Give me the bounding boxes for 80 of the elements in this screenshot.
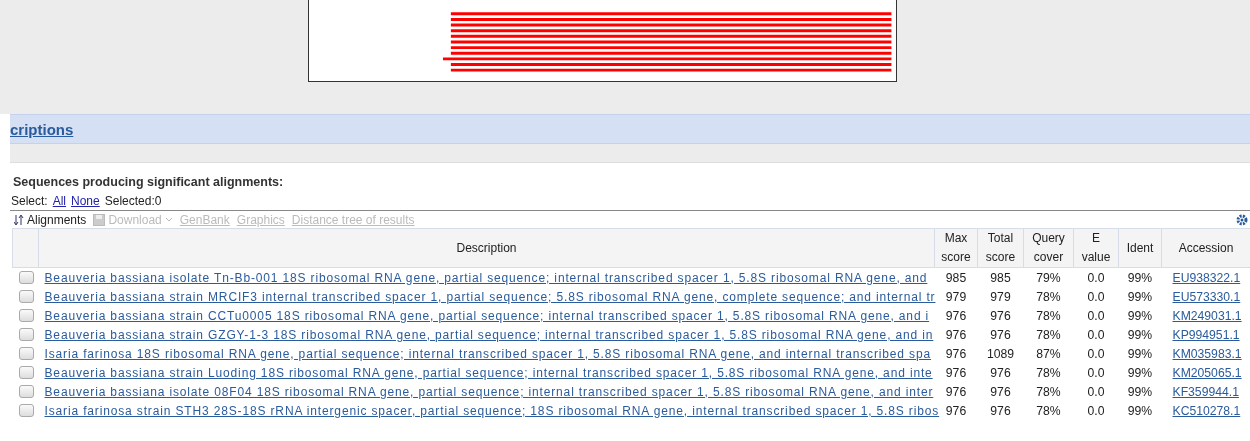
accession-link[interactable]: KP994951.1 (1172, 327, 1240, 342)
select-none-link[interactable]: None (71, 194, 100, 208)
table-cell: 985 (934, 267, 978, 287)
select-label: Select: (11, 194, 48, 208)
column-header[interactable]: Total score (977, 228, 1024, 268)
accession-link[interactable]: KM035983.1 (1172, 346, 1242, 361)
toolbar-item[interactable]: Alignments (14, 212, 87, 227)
table-cell-text: 0.0 (1086, 345, 1106, 363)
table-cell-text: 976 (989, 383, 1012, 401)
accession-link[interactable]: KM205065.1 (1172, 365, 1242, 380)
column-header[interactable]: Accession (1161, 228, 1250, 268)
table-cell-text: 78% (1035, 364, 1062, 382)
column-header[interactable]: Query cover (1023, 228, 1074, 268)
row-checkbox[interactable] (18, 309, 34, 322)
description-link[interactable]: Beauveria bassiana strain MRCIF3 internal transcribed spacer 1, partial sequence; 5.8S ribosomal RNA gene, complete sequence; and internal tr (44, 289, 936, 304)
table-cell-text: 979 (989, 288, 1012, 306)
accession-link[interactable]: KM249031.1 (1172, 308, 1242, 323)
table-cell-text: 78% (1035, 383, 1062, 401)
table-cell-text: 99% (1126, 307, 1154, 325)
table-cell-text: 78% (1035, 326, 1062, 344)
row-checkbox[interactable] (18, 366, 34, 379)
table-cell-text: 0.0 (1086, 307, 1106, 325)
description-link[interactable]: Beauveria bassiana strain CCTu0005 18S ribosomal RNA gene, partial sequence; internal transcribed spacer 1, 5.8S ribosomal RNA gene, and i (44, 308, 930, 323)
column-header[interactable]: Description (38, 228, 935, 268)
row-checkbox[interactable] (18, 290, 34, 303)
accession-link[interactable]: KC510278.1 (1172, 403, 1241, 418)
accession-link[interactable]: KF359944.1 (1172, 384, 1239, 399)
column-header[interactable]: E value (1073, 228, 1119, 268)
table-cell-text: 99% (1126, 288, 1154, 306)
table-cell-text: 0.0 (1086, 383, 1106, 401)
settings-icon[interactable] (1236, 214, 1248, 226)
caret-icon (164, 217, 173, 222)
row-checkbox[interactable] (18, 328, 34, 341)
sort-icon (14, 213, 24, 226)
table-cell-text: 976 (989, 364, 1012, 382)
table-cell-text: 0.0 (1086, 288, 1106, 306)
row-checkbox[interactable] (18, 385, 34, 398)
column-header[interactable]: Ident (1118, 228, 1162, 268)
table-cell: 985 (977, 267, 1024, 287)
table-cell-text: 99% (1126, 326, 1154, 344)
table-cell-text: 0.0 (1086, 326, 1106, 344)
table-cell-text: 78% (1035, 402, 1062, 420)
table-cell-text: 99% (1126, 383, 1154, 401)
table-cell: 976 (934, 325, 978, 344)
table-cell-text: 976 (944, 364, 968, 382)
results-heading: Sequences producing significant alignments: (13, 175, 285, 189)
table-cell-text: 976 (944, 345, 968, 363)
column-header[interactable]: Max score (934, 228, 978, 268)
table-cell-text: 1089 (985, 345, 1016, 363)
table-cell-text: 976 (989, 307, 1012, 325)
table-cell-text: 0.0 (1086, 364, 1106, 382)
table-cell: 979 (934, 287, 978, 306)
row-checkbox[interactable] (18, 404, 34, 417)
table-cell-text: 976 (989, 402, 1012, 420)
description-link[interactable]: Beauveria bassiana isolate Tn-Bb-001 18S ribosomal RNA gene, partial sequence; internal transcribed spacer 1, 5.8S ribosomal RNA gene, and (44, 270, 928, 285)
select-all-link[interactable]: All (52, 194, 67, 208)
table-cell-text: 976 (989, 326, 1012, 344)
table-cell-text: 976 (944, 307, 968, 325)
description-link[interactable]: Beauveria bassiana isolate 08F04 18S ribosomal RNA gene, partial sequence; internal transcribed spacer 1, 5.8S ribosomal RNA gene, and inter (44, 384, 934, 399)
descriptions-link[interactable]: criptions (10, 120, 74, 138)
table-cell-text: 87% (1035, 345, 1062, 363)
table-cell: 976 (934, 382, 978, 401)
table-cell: 79% (1023, 267, 1074, 287)
description-link[interactable]: Isaria farinosa 18S ribosomal RNA gene, partial sequence; internal transcribed spacer 1, 5.8S ribosomal RNA gene, and internal transcribed spa (44, 346, 931, 361)
table-cell-text: 99% (1126, 402, 1154, 420)
description-link[interactable]: Beauveria bassiana strain Luoding 18S ribosomal RNA gene, partial sequence; internal transcribed spacer 1, 5.8S ribosomal RNA gene, and inte (44, 365, 933, 380)
table-cell-text: 78% (1035, 288, 1062, 306)
accession-link[interactable]: EU938322.1 (1172, 270, 1241, 285)
table-cell-text: 78% (1035, 307, 1062, 325)
description-link[interactable]: Isaria farinosa strain STH3 28S-18S rRNA intergenic spacer, partial sequence; 18S ribosomal RNA gene, internal transcribed spacer 1, 5.8S ribos (44, 403, 940, 418)
table-cell-text: 99% (1126, 364, 1154, 382)
row-checkbox[interactable] (18, 347, 34, 360)
table-cell: 0.0 (1073, 267, 1119, 287)
description-link[interactable]: Beauveria bassiana strain GZGY-1-3 18S ribosomal RNA gene, partial sequence; internal transcribed spacer 1, 5.8S ribosomal RNA gene, and in (44, 327, 934, 342)
accession-link[interactable]: EU573330.1 (1172, 289, 1241, 304)
table-cell: 99% (1118, 267, 1162, 287)
table-cell-text: 0.0 (1086, 402, 1106, 420)
table-cell-text: 99% (1126, 345, 1154, 363)
row-checkbox[interactable] (18, 271, 34, 284)
selected-count: Selected:0 (104, 194, 162, 208)
